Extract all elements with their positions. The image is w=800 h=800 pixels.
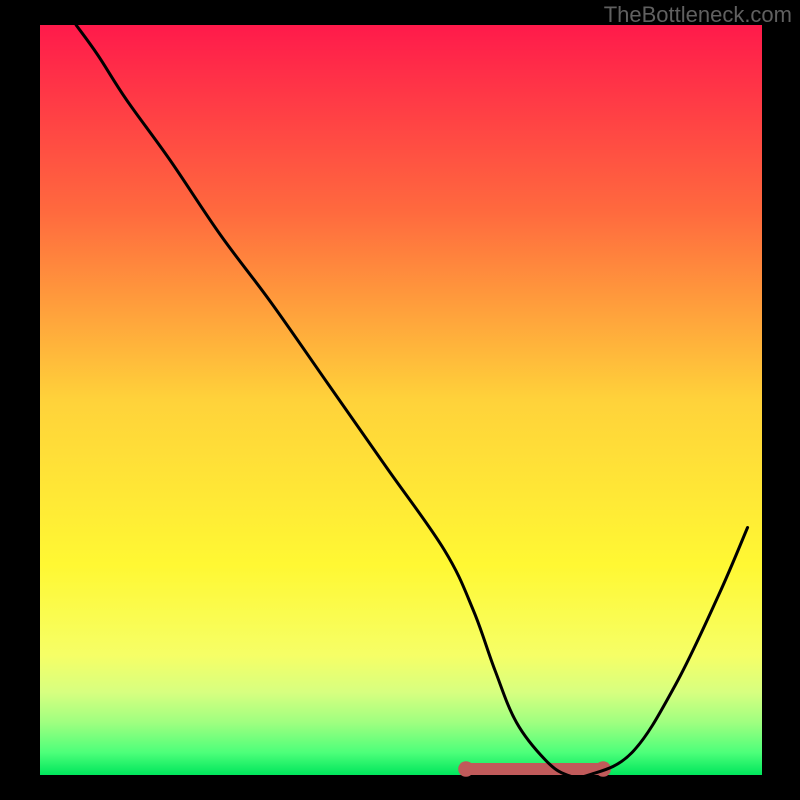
flat-region-endpoint xyxy=(458,761,474,777)
plot-background xyxy=(40,25,762,775)
bottleneck-chart xyxy=(0,0,800,800)
watermark-text: TheBottleneck.com xyxy=(604,2,792,28)
flat-region-marker xyxy=(466,763,603,775)
chart-container: TheBottleneck.com xyxy=(0,0,800,800)
